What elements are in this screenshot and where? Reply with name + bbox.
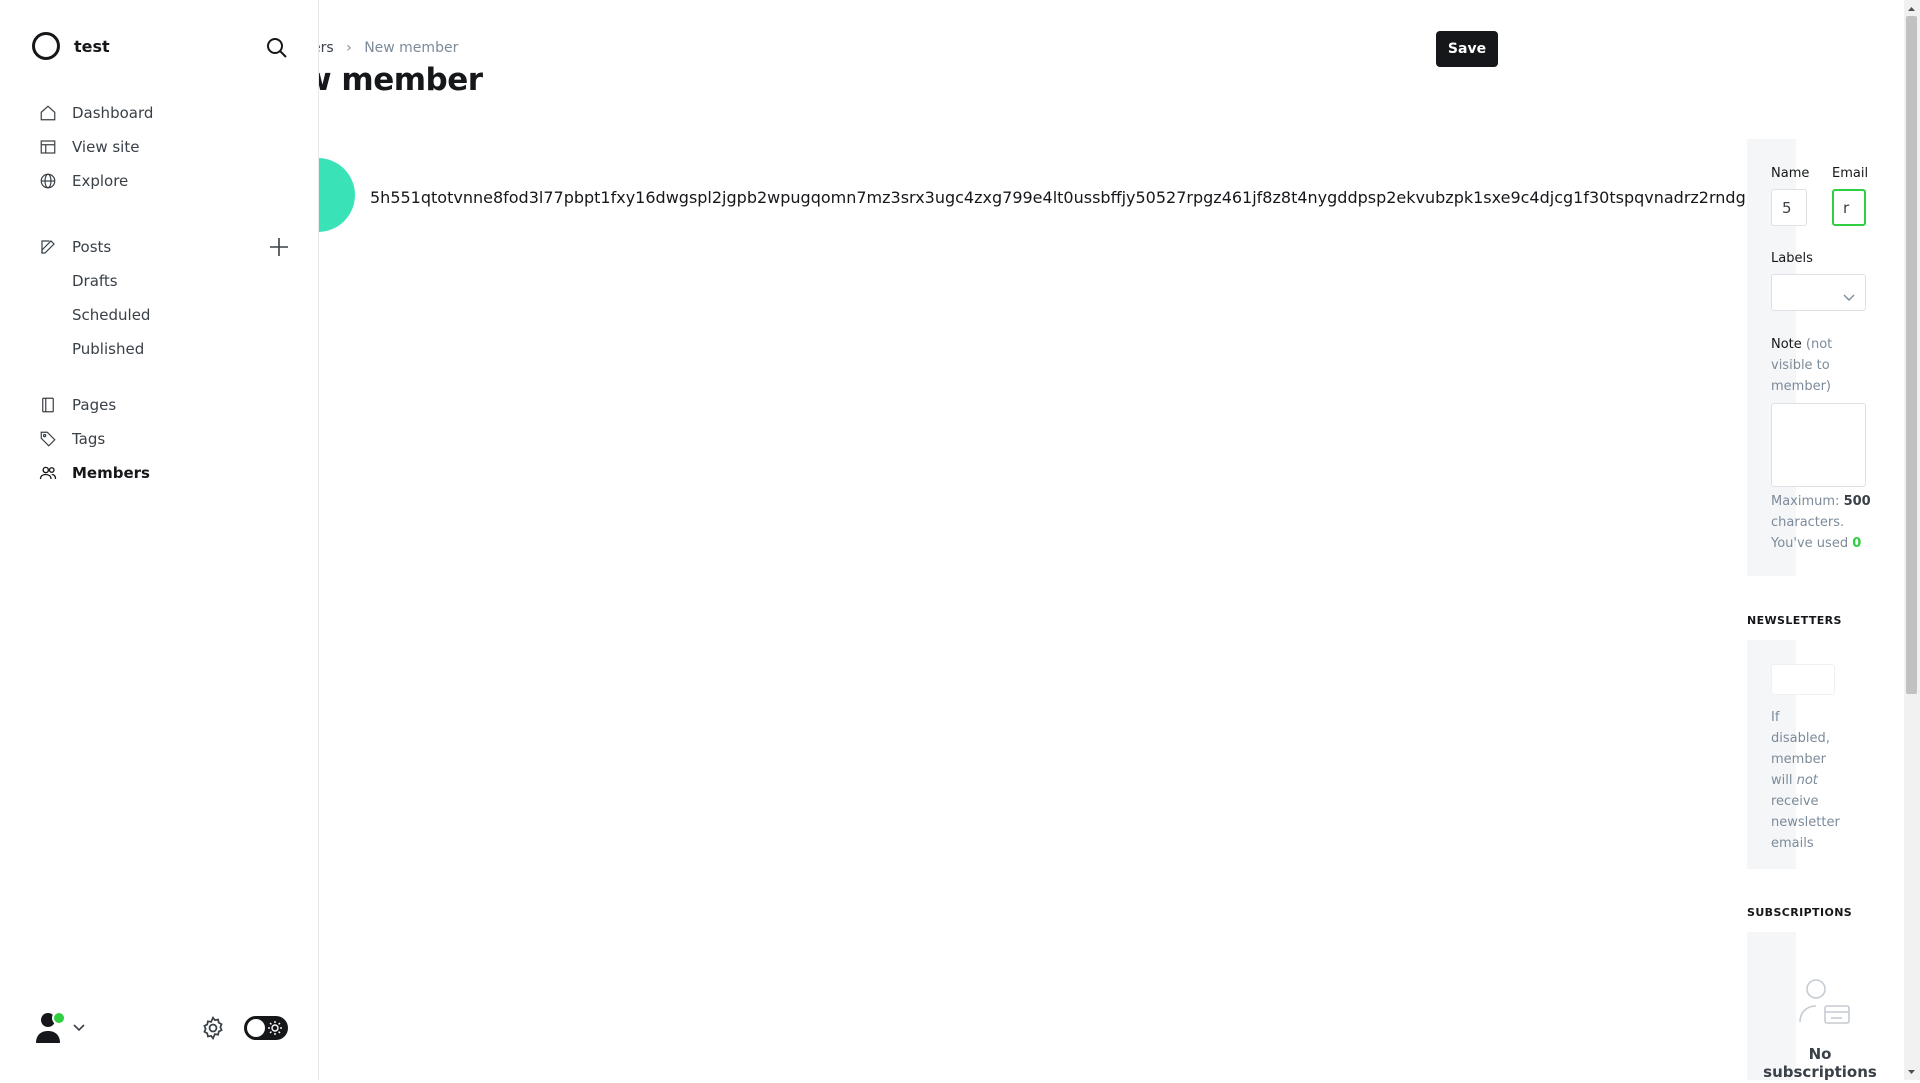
- sidebar-item-label: Explore: [72, 172, 129, 190]
- help-line: disabled,: [1771, 731, 1830, 746]
- empty-line: No: [1808, 1045, 1832, 1063]
- max-value: 500: [1843, 494, 1871, 509]
- email-label: Email: [1832, 166, 1869, 181]
- scroll-down-arrow-icon[interactable]: [1906, 1064, 1917, 1078]
- help-line: will: [1771, 773, 1793, 788]
- toggle-knob: [247, 1019, 265, 1037]
- site-name: test: [74, 36, 110, 56]
- online-status-dot: [52, 1011, 66, 1025]
- characters-text: characters.: [1771, 515, 1845, 530]
- page-icon: [38, 395, 58, 415]
- sidebar-item-members[interactable]: Members: [38, 461, 150, 485]
- newsletter-toggle-row[interactable]: [1771, 664, 1835, 695]
- note-label-text: Note: [1771, 337, 1802, 352]
- empty-line: subscriptions: [1763, 1063, 1877, 1081]
- email-field-value: r: [1843, 198, 1850, 217]
- email-field[interactable]: r: [1832, 189, 1866, 226]
- scrollbar-thumb[interactable]: [1906, 16, 1917, 694]
- chevron-right-icon: ›: [346, 40, 352, 56]
- globe-icon: [38, 171, 58, 191]
- newsletters-heading: NEWSLETTERS: [1747, 614, 1842, 627]
- used-value: 0: [1852, 536, 1862, 551]
- sidebar: test Dashboard View site Explore Posts D…: [0, 0, 319, 1080]
- member-name: 5h551qtotvnne8fod3l77pbpt1fxy16dwgspl2jg…: [370, 188, 1766, 207]
- subscriptions-heading: SUBSCRIPTIONS: [1747, 906, 1853, 919]
- layout-icon: [38, 137, 58, 157]
- breadcrumb-current: New member: [364, 40, 459, 56]
- help-line: receive: [1771, 794, 1819, 809]
- site-switcher[interactable]: test: [32, 32, 110, 60]
- chevron-down-icon: [1843, 288, 1855, 306]
- sidebar-item-label: Members: [72, 464, 150, 482]
- help-line: emails: [1771, 836, 1814, 851]
- members-icon: [38, 463, 58, 483]
- page-title: w member: [303, 62, 483, 98]
- sidebar-item-dashboard[interactable]: Dashboard: [38, 101, 153, 125]
- note-label: Note (not visible to member): [1771, 334, 1832, 397]
- max-text: Maximum:: [1771, 494, 1840, 509]
- note-hint: member): [1771, 379, 1831, 394]
- sidebar-item-view-site[interactable]: View site: [38, 135, 139, 159]
- help-line: not: [1796, 773, 1818, 788]
- note-hint: (not: [1805, 337, 1833, 352]
- note-character-count: Maximum: 500 characters. You've used 0: [1771, 491, 1871, 554]
- sidebar-item-drafts[interactable]: Drafts: [72, 269, 118, 293]
- new-post-plus-icon[interactable]: [268, 236, 290, 258]
- name-label: Name: [1771, 166, 1810, 181]
- site-logo-icon: [32, 32, 60, 60]
- home-icon: [38, 103, 58, 123]
- no-subscriptions-icon: [1798, 978, 1852, 1034]
- note-textarea[interactable]: [1771, 403, 1866, 487]
- search-icon[interactable]: [265, 36, 289, 60]
- sidebar-item-tags[interactable]: Tags: [38, 427, 105, 451]
- user-menu[interactable]: [34, 1011, 86, 1043]
- sidebar-item-explore[interactable]: Explore: [38, 169, 128, 193]
- name-field-value: 5: [1782, 198, 1792, 217]
- labels-select[interactable]: [1771, 274, 1866, 311]
- sidebar-item-scheduled[interactable]: Scheduled: [72, 303, 150, 327]
- sidebar-item-label: Dashboard: [72, 104, 154, 122]
- sidebar-item-posts[interactable]: Posts: [38, 235, 111, 259]
- sidebar-item-label: Scheduled: [72, 306, 151, 324]
- save-button[interactable]: Save: [1436, 31, 1498, 67]
- chevron-down-icon: [72, 1018, 86, 1037]
- sidebar-item-label: View site: [72, 138, 140, 156]
- gear-icon[interactable]: [200, 1015, 226, 1041]
- edit-icon: [38, 237, 58, 257]
- labels-label: Labels: [1771, 251, 1813, 266]
- name-field[interactable]: 5: [1771, 189, 1807, 226]
- tag-icon: [38, 429, 58, 449]
- sidebar-item-published[interactable]: Published: [72, 337, 144, 361]
- sun-icon: [267, 1020, 283, 1036]
- sidebar-item-label: Published: [72, 340, 145, 358]
- no-subscriptions-text: No subscriptions: [1760, 1045, 1880, 1081]
- sidebar-item-label: Pages: [72, 396, 117, 414]
- breadcrumb: ers › New member: [312, 40, 458, 56]
- newsletter-help: If disabled, member will not receive new…: [1771, 707, 1840, 854]
- avatar: [34, 1011, 66, 1043]
- sidebar-item-label: Posts: [72, 238, 112, 256]
- help-line: newsletter: [1771, 815, 1840, 830]
- used-text: You've used: [1771, 536, 1849, 551]
- note-hint: visible to: [1771, 358, 1830, 373]
- sidebar-item-label: Drafts: [72, 272, 118, 290]
- scroll-up-arrow-icon[interactable]: [1906, 1, 1917, 15]
- help-line: If: [1771, 710, 1780, 725]
- sidebar-item-pages[interactable]: Pages: [38, 393, 116, 417]
- sidebar-item-label: Tags: [72, 430, 106, 448]
- help-line: member: [1771, 752, 1826, 767]
- dark-mode-toggle[interactable]: [244, 1016, 288, 1040]
